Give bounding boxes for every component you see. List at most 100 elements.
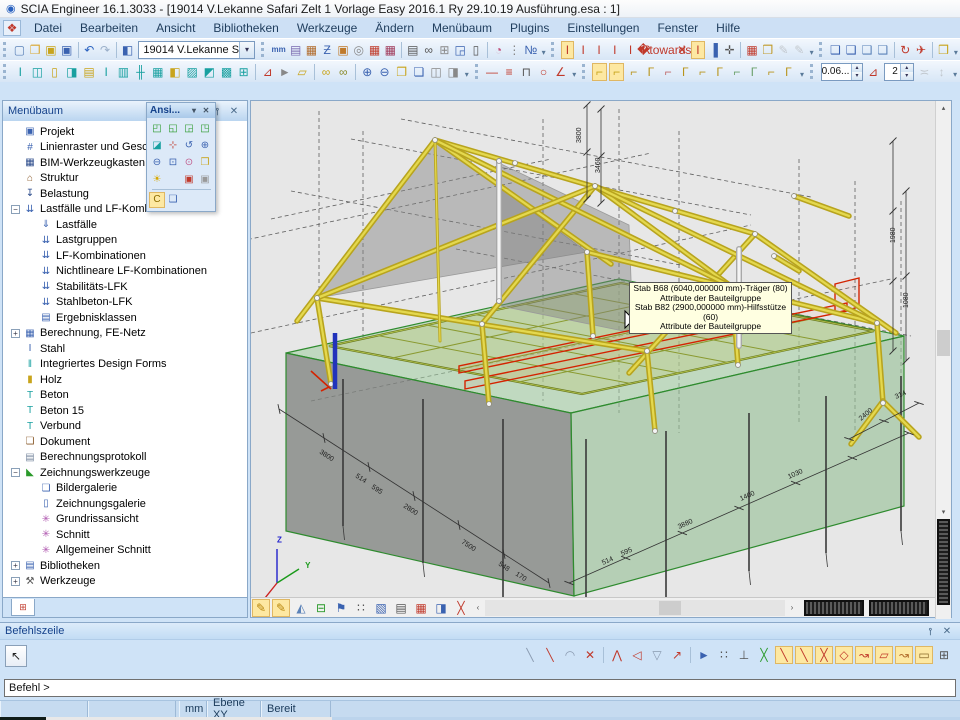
toolbar-overflow-icon[interactable]: ▾ xyxy=(951,41,960,59)
corner-3-icon[interactable]: ⌐ xyxy=(626,63,641,81)
toolbar-grip[interactable] xyxy=(3,64,8,79)
snap-midpoint-icon[interactable]: ╲ xyxy=(541,646,559,664)
tree-item-schnitt[interactable]: ✳Schnitt xyxy=(3,527,247,543)
corner-8-icon[interactable]: Γ xyxy=(712,63,727,81)
select-cursor-icon[interactable]: ► xyxy=(277,63,292,81)
axo-view-icon[interactable]: ◭ xyxy=(292,599,310,617)
tree-item-lastgruppen[interactable]: ⇊Lastgruppen xyxy=(3,233,247,249)
tree-item-beton[interactable]: TBeton xyxy=(3,388,247,404)
edit-pencil2-icon[interactable]: ✎ xyxy=(272,599,290,617)
tree-item-stabilit-ts-lfk[interactable]: ⇊Stabilitäts-LFK xyxy=(3,279,247,295)
toolbar-grip[interactable] xyxy=(261,42,265,57)
close-icon[interactable]: ✕ xyxy=(226,106,242,117)
corner-7-icon[interactable]: ⌐ xyxy=(695,63,710,81)
beam-tool-icon[interactable]: ◫ xyxy=(30,63,45,81)
snap-toggle-icon[interactable]: ╳ xyxy=(755,646,773,664)
spinner-down-icon[interactable]: ▾ xyxy=(852,72,861,80)
select-red-icon[interactable]: ⊿ xyxy=(260,63,275,81)
scroll-down-icon[interactable]: ▾ xyxy=(936,505,951,519)
snap-mode-curve-icon[interactable]: ↝ xyxy=(895,646,913,664)
tree-item-bibliotheken[interactable]: +▤Bibliotheken xyxy=(3,558,247,574)
snap-ruler-icon[interactable]: ▭ xyxy=(915,646,933,664)
render-view-icon[interactable]: ▧ xyxy=(372,599,390,617)
collapse-icon[interactable]: − xyxy=(11,205,20,214)
command-close-icon[interactable]: ✕ xyxy=(939,626,955,637)
snap-mode-ortho-icon[interactable]: ◇ xyxy=(835,646,853,664)
redo-icon[interactable]: ↷ xyxy=(98,41,112,59)
tree-item-berechnungsprotokoll[interactable]: ▤Berechnungsprotokoll xyxy=(3,450,247,466)
table-results-icon[interactable]: ▦ xyxy=(368,41,382,59)
3d-scene[interactable]: 3800346019801080380051459528007500548170… xyxy=(251,101,937,599)
paste-icon[interactable]: ❏ xyxy=(411,63,426,81)
hatch-tool-icon[interactable]: ▨ xyxy=(185,63,200,81)
numbering-icon[interactable]: № xyxy=(523,41,538,59)
model-viewport[interactable]: 3800346019801080380051459528007500548170… xyxy=(250,100,952,618)
toolbar-overflow-icon[interactable]: ▾ xyxy=(807,41,816,59)
horizontal-scrollbar[interactable] xyxy=(485,600,785,616)
expand-icon[interactable]: + xyxy=(11,561,20,570)
line-grid-icon[interactable]: ⊥ xyxy=(735,646,753,664)
corner-12-icon[interactable]: Γ xyxy=(781,63,796,81)
corner-9-icon[interactable]: ⌐ xyxy=(729,63,744,81)
toolbar-grip[interactable] xyxy=(551,42,555,57)
snap-mode-intersect-icon[interactable]: ╳ xyxy=(815,646,833,664)
tree-item-grundrissansicht[interactable]: ✳Grundrissansicht xyxy=(3,512,247,528)
palette-close-icon[interactable]: ✕ xyxy=(200,106,212,115)
palette-dropdown-icon[interactable]: ▾ xyxy=(188,106,200,115)
member-undo-icon[interactable]: �towards xyxy=(655,41,673,59)
snap-endpoint-icon[interactable]: ╲ xyxy=(521,646,539,664)
corner-2-icon[interactable]: ⌐ xyxy=(609,63,624,81)
tree-item-verbund[interactable]: TVerbund xyxy=(3,419,247,435)
gallery-icon[interactable]: ▦ xyxy=(305,41,319,59)
coord-system-icon[interactable]: ⊹ xyxy=(165,138,181,154)
document-window-icon[interactable]: ❖ xyxy=(3,20,21,36)
layer-view-icon[interactable]: ▤ xyxy=(392,599,410,617)
tree-tab[interactable]: ⊞ xyxy=(11,599,35,616)
search-icon[interactable]: ∞ xyxy=(422,41,436,59)
snap-mode-midpoint-icon[interactable]: ╲ xyxy=(795,646,813,664)
tree-item-allgemeiner-schnitt[interactable]: ✳Allgemeiner Schnitt xyxy=(3,543,247,559)
tree-item-dokument[interactable]: ❏Dokument xyxy=(3,434,247,450)
table-edit-icon[interactable]: ▦ xyxy=(383,41,397,59)
menu-einstellungen[interactable]: Einstellungen xyxy=(558,19,648,37)
layers-icon[interactable]: ▤ xyxy=(289,41,303,59)
member-lock-icon[interactable]: Ι xyxy=(608,41,622,59)
flag-view-icon[interactable]: ⚑ xyxy=(332,599,350,617)
view-palette-header[interactable]: Ansi... ▾ ✕ xyxy=(147,103,215,118)
vertical-scroll-thumb[interactable] xyxy=(937,330,950,356)
spinner-up-icon[interactable]: ▴ xyxy=(901,64,913,72)
window-tile-icon[interactable]: ❑ xyxy=(876,41,890,59)
toolbar-overflow-icon[interactable]: ▾ xyxy=(950,63,960,81)
member-layer-icon[interactable]: ▐ xyxy=(707,41,721,59)
copy-icon[interactable]: ❐ xyxy=(394,63,409,81)
member-add-icon[interactable]: Ι xyxy=(576,41,590,59)
corner-6-icon[interactable]: Γ xyxy=(678,63,693,81)
project-window-icon[interactable]: ◧ xyxy=(121,41,135,59)
filter-list-icon[interactable]: ⋮ xyxy=(507,41,521,59)
expand-icon[interactable]: + xyxy=(11,577,20,586)
menu-men-baum[interactable]: Menübaum xyxy=(423,19,501,37)
toolbar-overflow-icon[interactable]: ▾ xyxy=(539,41,548,59)
tree-item-lf-kombinationen[interactable]: ⇊LF-Kombinationen xyxy=(3,248,247,264)
window-new-icon[interactable]: ❑ xyxy=(829,41,843,59)
rib-tool-icon[interactable]: Ι xyxy=(99,63,114,81)
cursor-mode-button[interactable]: ↖ xyxy=(5,645,27,667)
zoom-minus-icon[interactable]: ⊖ xyxy=(377,63,392,81)
unlink-icon[interactable]: ∞ xyxy=(336,63,351,81)
toolbar-overflow-icon[interactable]: ▾ xyxy=(569,63,579,81)
scale-view-icon[interactable]: ∷ xyxy=(352,599,370,617)
dot-grid-icon[interactable]: ∷ xyxy=(715,646,733,664)
block-tool-icon[interactable]: ⊞ xyxy=(236,63,251,81)
menu-bibliotheken[interactable]: Bibliotheken xyxy=(204,19,287,37)
tree-item-zeichnungswerkzeuge[interactable]: −◣Zeichnungswerkzeuge xyxy=(3,465,247,481)
rotate-wheel-horizontal-1[interactable] xyxy=(804,600,864,616)
c-view-icon[interactable]: C xyxy=(149,192,165,208)
project-combobox[interactable]: 19014 V.Lekanne S▾ xyxy=(138,41,255,59)
rotate-wheel-horizontal-2[interactable] xyxy=(869,600,929,616)
member-move-icon[interactable]: Ι xyxy=(691,41,705,59)
parallel-draw-icon[interactable]: ≡ xyxy=(502,63,517,81)
plate-tool-icon[interactable]: ▯ xyxy=(47,63,62,81)
member-node-icon[interactable]: Ι xyxy=(592,41,606,59)
open-icon[interactable]: ❒ xyxy=(28,41,42,59)
view-y-icon[interactable]: ◱ xyxy=(165,121,181,137)
